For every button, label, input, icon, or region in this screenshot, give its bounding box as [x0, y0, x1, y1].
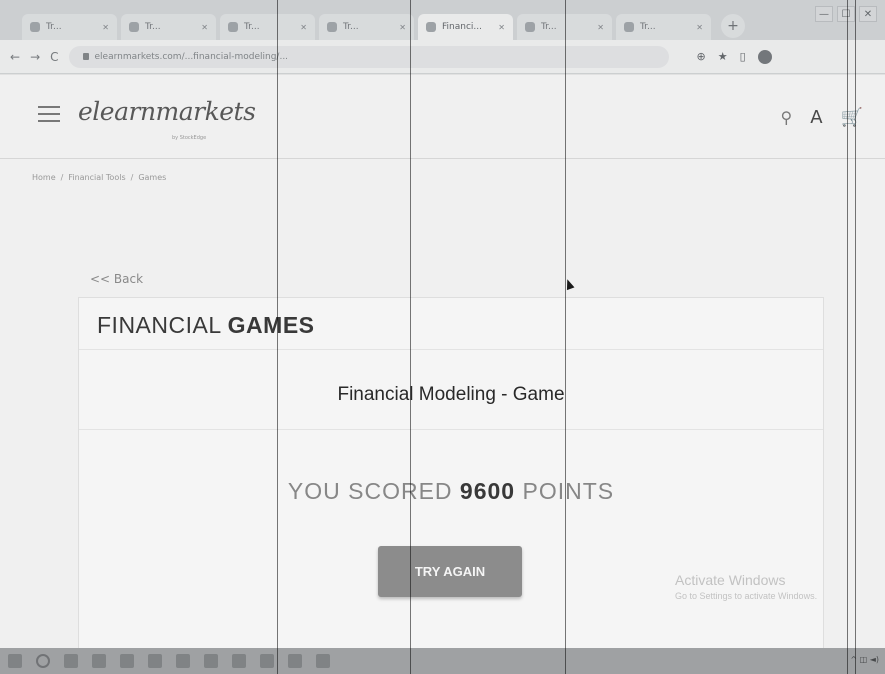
new-tab-button[interactable]: + — [721, 14, 745, 38]
browser-tab[interactable]: Tr... ✕ — [616, 14, 711, 40]
favicon-icon — [228, 22, 238, 32]
hamburger-icon[interactable] — [38, 106, 60, 122]
profile-avatar[interactable] — [757, 49, 772, 64]
close-tab-icon[interactable]: ✕ — [597, 23, 604, 32]
taskbar-search-icon[interactable] — [36, 654, 50, 668]
back-link[interactable]: << Back — [90, 272, 143, 286]
maximize-button[interactable]: ☐ — [837, 6, 855, 22]
windows-taskbar: ^ ◫ ◄) — [0, 648, 885, 674]
browser-tab[interactable]: Tr... ✕ — [220, 14, 315, 40]
cart-icon[interactable]: 🛒 — [841, 107, 863, 128]
taskbar-app-icon[interactable] — [148, 654, 162, 668]
browser-tab-bar: Tr... ✕ Tr... ✕ Tr... ✕ Tr... ✕ Financi... ✕ … — [0, 0, 885, 40]
favicon-icon — [129, 22, 139, 32]
taskbar-app-icon[interactable] — [120, 654, 134, 668]
url-field[interactable]: elearnmarkets.com/...financial-modeling/… — [68, 45, 669, 68]
window-controls: — ☐ ✕ — [815, 6, 877, 22]
close-tab-icon[interactable]: ✕ — [498, 23, 505, 32]
taskbar-app-icon[interactable] — [260, 654, 274, 668]
favicon-icon — [327, 22, 337, 32]
favicon-icon — [30, 22, 40, 32]
close-tab-icon[interactable]: ✕ — [399, 23, 406, 32]
favicon-icon — [525, 22, 535, 32]
search-icon[interactable]: ⚲ — [781, 108, 793, 127]
user-icon[interactable]: A — [810, 107, 822, 128]
favicon-icon — [624, 22, 634, 32]
divider — [79, 349, 823, 350]
breadcrumb-tools[interactable]: Financial Tools — [68, 173, 125, 182]
divider — [79, 429, 823, 430]
address-bar-row: ← → C elearnmarkets.com/...financial-mod… — [0, 40, 885, 74]
extensions-icon[interactable]: ▯ — [740, 50, 746, 63]
browser-tab[interactable]: Tr... ✕ — [319, 14, 414, 40]
scan-line — [565, 0, 566, 674]
webpage: elearnmarkets by StockEdge ⚲ A 🛒 Home / … — [0, 75, 885, 657]
scan-line — [410, 0, 411, 674]
close-tab-icon[interactable]: ✕ — [102, 23, 109, 32]
minimize-button[interactable]: — — [815, 6, 833, 22]
zoom-icon[interactable]: ⊕ — [697, 50, 706, 63]
close-window-button[interactable]: ✕ — [859, 6, 877, 22]
scan-line — [277, 0, 278, 674]
close-tab-icon[interactable]: ✕ — [201, 23, 208, 32]
breadcrumb: Home / Financial Tools / Games — [32, 173, 167, 182]
reload-icon[interactable]: C — [50, 50, 58, 64]
breadcrumb-games[interactable]: Games — [138, 173, 166, 182]
browser-tab-active[interactable]: Financi... ✕ — [418, 14, 513, 40]
breadcrumb-home[interactable]: Home — [32, 173, 56, 182]
scan-line — [855, 0, 856, 674]
browser-tab[interactable]: Tr... ✕ — [22, 14, 117, 40]
browser-extensions: ⊕ ★ ▯ — [697, 49, 772, 64]
game-title: Financial Modeling - Game — [337, 384, 565, 405]
favicon-icon — [426, 22, 436, 32]
try-again-button[interactable]: TRY AGAIN — [378, 546, 522, 597]
task-view-icon[interactable] — [64, 654, 78, 668]
browser-tab[interactable]: Tr... ✕ — [121, 14, 216, 40]
forward-arrow-icon[interactable]: → — [30, 50, 40, 64]
section-title: FINANCIAL GAMES — [97, 312, 315, 338]
taskbar-app-icon[interactable] — [288, 654, 302, 668]
taskbar-app-icon[interactable] — [176, 654, 190, 668]
site-logo[interactable]: elearnmarkets — [78, 97, 256, 126]
game-result-card: FINANCIAL GAMES Financial Modeling - Gam… — [78, 297, 824, 657]
header-icons: ⚲ A 🛒 — [781, 107, 863, 128]
taskbar-app-icon[interactable] — [204, 654, 218, 668]
back-arrow-icon[interactable]: ← — [10, 50, 20, 64]
start-icon[interactable] — [8, 654, 22, 668]
taskbar-app-icon[interactable] — [92, 654, 106, 668]
star-icon[interactable]: ★ — [718, 50, 728, 63]
close-tab-icon[interactable]: ✕ — [696, 23, 703, 32]
taskbar-app-icon[interactable] — [232, 654, 246, 668]
close-tab-icon[interactable]: ✕ — [300, 23, 307, 32]
activate-windows-watermark: Activate Windows Go to Settings to activ… — [675, 572, 818, 601]
scan-line — [847, 0, 848, 674]
lock-icon — [82, 53, 89, 60]
score-text: YOU SCORED 9600 POINTS — [287, 478, 615, 504]
taskbar-app-icon[interactable] — [316, 654, 330, 668]
logo-tagline: by StockEdge — [172, 135, 207, 141]
score-value: 9600 — [459, 478, 516, 504]
site-header: elearnmarkets by StockEdge ⚲ A 🛒 — [0, 75, 885, 159]
